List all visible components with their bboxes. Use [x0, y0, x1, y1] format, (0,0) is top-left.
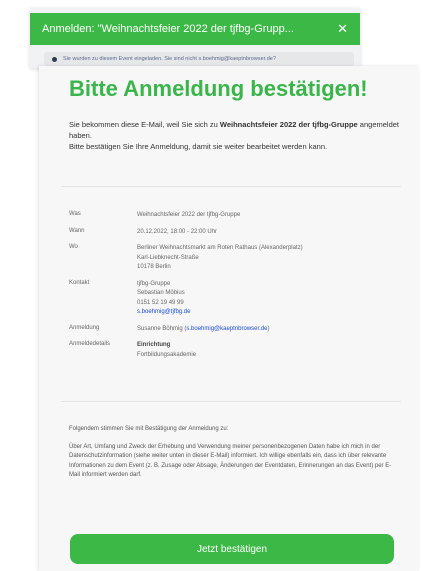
address-line: Berliner Weihnachtsmarkt am Roten Rathau…	[137, 245, 303, 251]
close-icon[interactable]: ✕	[337, 21, 348, 37]
detail-value: Weihnachtsfeier 2022 der tjfbg-Gruppe	[137, 212, 241, 218]
intro-text-1: Sie bekommen diese E-Mail, weil Sie sich…	[69, 120, 220, 129]
detail-label: Wo	[69, 244, 78, 250]
detail-label: Wann	[69, 227, 85, 234]
intro-event-name: Weihnachtsfeier 2022 der tjfbg-Gruppe	[219, 120, 358, 129]
event-details: Was Weihnachtsfeier 2022 der tjfbg-Grupp…	[69, 211, 409, 367]
detail-value: Berliner Weihnachtsmarkt am Roten Rathau…	[137, 244, 303, 273]
detail-row-wo: Wo Berliner Weihnachtsmarkt am Roten Rat…	[69, 244, 409, 273]
address-line: 10178 Berlin	[137, 264, 171, 270]
contact-line: tjfbg-Gruppe	[137, 280, 171, 287]
detail-value: tjfbg-Gruppe Sebastian Möbius 0151 52 19…	[137, 280, 190, 318]
contact-phone: 0151 52 19 49 99	[137, 299, 184, 306]
consent-section: Folgendem stimmen Sie mit Bestätigung de…	[69, 425, 399, 481]
detail-label: Kontakt	[69, 279, 90, 286]
email-headline: Bitte Anmeldung bestätigen!	[69, 76, 368, 101]
detail-row-anmeldedetails: Anmeldedetails Einrichtung Fortbildungsa…	[69, 341, 409, 360]
intro-text-3: Bitte bestätigen Sie Ihre Anmeldung, dam…	[69, 142, 328, 151]
address-line: Karl-Liebknecht-Straße	[137, 254, 199, 261]
divider	[61, 401, 401, 402]
registrant-email-link[interactable]: s.boehmig@kaeptnbrowser.de	[186, 326, 267, 332]
consent-lead: Folgendem stimmen Sie mit Bestätigung de…	[69, 426, 229, 432]
contact-email-link[interactable]: s.boehmig@tjfbg.de	[137, 309, 190, 315]
divider	[61, 186, 401, 187]
detail-row-was: Was Weihnachtsfeier 2022 der tjfbg-Grupp…	[69, 211, 409, 221]
modal-title: Anmelden: "Weihnachtsfeier 2022 der tjfb…	[42, 23, 294, 35]
user-icon	[52, 56, 57, 62]
confirm-button[interactable]: Jetzt bestätigen	[70, 534, 394, 564]
detail-value: 20.12.2022, 18:00 - 22:00 Uhr	[137, 228, 218, 235]
detail-label: Was	[69, 211, 81, 217]
email-intro: Sie bekommen diese E-Mail, weil Sie sich…	[69, 119, 409, 152]
detail-row-anmeldung: Anmeldung Susanne Böhmig (s.boehmig@kaep…	[69, 325, 409, 335]
detail-label: Anmeldung	[69, 324, 100, 331]
invite-notice: Sie wurden zu diesem Event eingeladen. S…	[44, 52, 354, 66]
registrant-close: )	[267, 325, 270, 332]
detail-row-kontakt: Kontakt tjfbg-Gruppe Sebastian Möbius 01…	[69, 280, 409, 318]
contact-line: Sebastian Möbius	[137, 290, 185, 296]
confirmation-email: Bitte Anmeldung bestätigen! Sie bekommen…	[39, 66, 419, 571]
signup-modal: Anmelden: "Weihnachtsfeier 2022 der tjfb…	[30, 8, 360, 68]
registrant-name: Susanne Böhmig (	[137, 325, 187, 332]
detail-label: Anmeldedetails	[69, 341, 111, 347]
registration-field-label: Einrichtung	[137, 342, 171, 348]
consent-text: Über Art, Umfang und Zweck der Erhebung …	[69, 443, 392, 479]
modal-header: Anmelden: "Weihnachtsfeier 2022 der tjfb…	[30, 13, 360, 45]
registration-field-value: Fortbildungsakademie	[137, 351, 197, 358]
invite-notice-text: Sie wurden zu diesem Event eingeladen. S…	[63, 56, 276, 62]
detail-value: Susanne Böhmig (s.boehmig@kaeptnbrowser.…	[137, 325, 270, 335]
detail-value: Einrichtung Fortbildungsakademie	[137, 341, 196, 360]
detail-row-wann: Wann 20.12.2022, 18:00 - 22:00 Uhr	[69, 228, 409, 238]
